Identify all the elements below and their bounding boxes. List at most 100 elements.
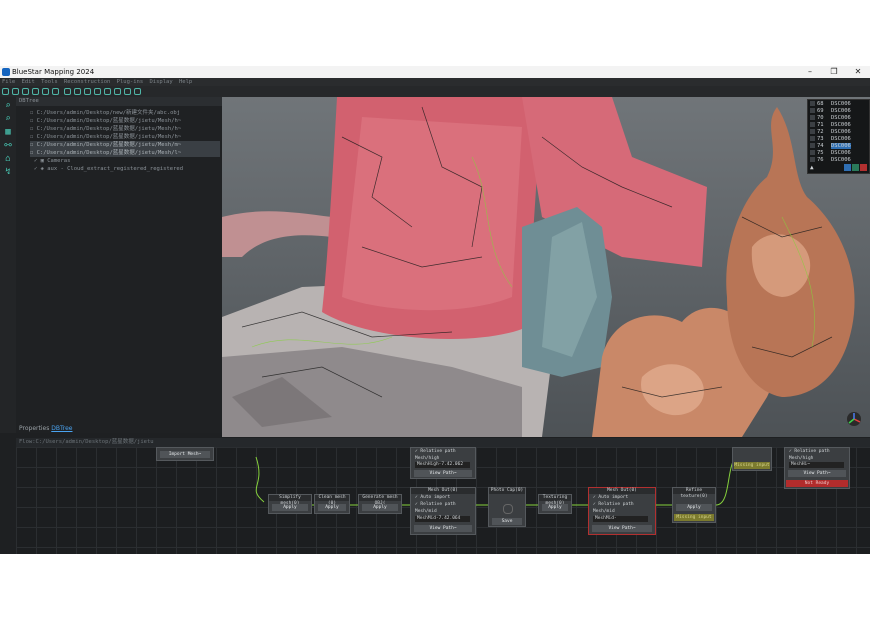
refine-apply-button[interactable]: Apply [676,504,712,511]
cloud-icon[interactable] [94,88,101,95]
mesh-grid-icon[interactable]: ▦ [3,127,13,137]
zoom-icon[interactable]: ⌕ [3,114,13,124]
image-thumb-icon [810,150,815,155]
box-icon[interactable] [134,88,141,95]
mesh-name-field[interactable]: MeshMid- [593,516,648,522]
save-button[interactable]: Save [492,518,522,525]
mesh-out-right-node[interactable]: ✓ Relative path Mesh/high MeshHi~ View P… [784,447,850,489]
3d-viewport[interactable] [222,97,870,437]
image-icon[interactable] [114,88,121,95]
texture-icon[interactable] [104,88,111,95]
menu-tools[interactable]: Tools [41,79,58,85]
measure-icon[interactable]: ↯ [3,167,13,177]
node-title: Clean mesh (0) [315,495,349,506]
mesh-name-field[interactable]: MeshHi~ [789,462,844,468]
tree-row[interactable]: ☐ C:/Users/admin/Desktop/蓝星数据/jietu/Mesh… [30,133,220,141]
check-icon[interactable] [124,88,131,95]
image-thumb-icon [810,122,815,127]
globe-icon[interactable] [12,88,19,95]
image-row[interactable]: 75 DSC006 [810,150,868,157]
camera-preview-icon [503,504,513,514]
tree-row[interactable]: ☐ C:/Users/admin/Desktop/蓝星数据/jietu/Mesh… [30,125,220,133]
node-graph[interactable]: Import Mesh~ Simplify mesh(0) Apply Clea… [16,447,870,554]
menu-help[interactable]: Help [179,79,192,85]
maximize-button[interactable]: ❐ [822,66,846,78]
close-button[interactable]: ✕ [846,66,870,78]
image-row-selected[interactable]: 74 DSC006 [810,143,868,150]
mesh-out-mid-node[interactable]: Mesh Out(0) ✓ Auto import ✓ Relative pat… [410,487,476,535]
refine-texture-node[interactable]: Refine texture(0) Apply Missing input [672,487,716,523]
photo-cap-node[interactable]: Photo Cap(0) Save [488,487,526,527]
import-mesh-button[interactable]: Import Mesh~ [160,451,210,458]
settings-icon[interactable] [64,88,71,95]
image-row[interactable]: 69 DSC006 [810,108,868,115]
view-path-button[interactable]: View Path~ [592,525,652,532]
texturing-node[interactable]: Texturing mesh(0) Apply [538,494,572,514]
nodes-icon[interactable]: ⚯ [3,141,13,151]
tab-properties[interactable]: Properties [19,425,49,432]
image-row[interactable]: 76 DSC006 [810,157,868,164]
image-thumb-icon [810,157,815,162]
generate-apply-button[interactable]: Apply [362,504,398,511]
simplify-node[interactable]: Simplify mesh(0) Apply [268,494,312,514]
search-icon[interactable]: ⌕ [3,101,13,111]
simplify-apply-button[interactable]: Apply [272,504,308,511]
tree-row[interactable]: ☐ C:/Users/admin/Desktop/蓝星数据/jietu/Mesh… [30,117,220,125]
expand-icon[interactable]: ▲ [810,164,818,171]
menu-display[interactable]: Display [149,79,172,85]
minimize-button[interactable]: – [798,66,822,78]
grid-icon[interactable] [42,88,49,95]
mesh-folder-label: Mesh/high [415,456,440,461]
dbtree-panel: DBTree ☐ C:/Users/admin/Desktop/new/新建文件… [16,97,222,433]
tree-row-aux[interactable]: ✓ ◈ aux - Cloud_extract_registered_regis… [34,165,224,173]
camera-icon[interactable] [84,88,91,95]
image-prev-icon[interactable] [844,164,851,171]
open-icon[interactable] [2,88,9,95]
dbtree-header: DBTree [16,97,222,106]
texturing-apply-button[interactable]: Apply [542,504,568,511]
image-remove-icon[interactable] [860,164,867,171]
mesh-out-high-node[interactable]: ✓ Relative path Mesh/high MeshHigh-7.42.… [410,447,476,479]
tree-icon[interactable] [22,88,29,95]
missing-input-node[interactable]: Missing input [732,447,772,471]
mesh-render [222,97,861,437]
image-row[interactable]: 73 DSC006 [810,136,868,143]
image-row[interactable]: 68 DSC006 [810,101,868,108]
view-path-button[interactable]: View Path~ [414,525,472,532]
image-row[interactable]: 71 DSC006 [810,122,868,129]
tree-row[interactable]: ☐ C:/Users/admin/Desktop/new/新建文件夹/abc.o… [30,109,220,117]
relative-path-checkbox[interactable]: ✓ Relative path [415,448,456,455]
not-ready-badge: Not Ready [786,480,848,487]
building-icon[interactable]: ⌂ [3,154,13,164]
view-path-button[interactable]: View Path~ [414,470,472,477]
tree-row-cameras[interactable]: ✓ ▣ Cameras [34,157,224,165]
menu-reconstruction[interactable]: Reconstruction [64,79,110,85]
clean-node[interactable]: Clean mesh (0) Apply [314,494,350,514]
mesh-name-field[interactable]: MeshMid-7.42.064 [415,516,470,522]
mesh-icon[interactable] [74,88,81,95]
menu-plugins[interactable]: Plug-ins [117,79,144,85]
mesh-name-field[interactable]: MeshHigh-7.42.062 [415,462,470,468]
image-row[interactable]: 70 DSC006 [810,115,868,122]
tree-row[interactable]: ☐ C:/Users/admin/Desktop/蓝星数据/jietu/Mesh… [30,149,220,157]
tab-dbtree[interactable]: DBTree [51,425,72,432]
export-icon[interactable] [32,88,39,95]
tree-row[interactable]: ☐ C:/Users/admin/Desktop/蓝星数据/jietu/Mesh… [30,141,220,149]
menu-edit[interactable]: Edit [22,79,35,85]
import-node[interactable]: Import Mesh~ [156,447,214,461]
menu-file[interactable]: File [2,79,15,85]
layers-icon[interactable] [52,88,59,95]
node-title: Generate mesh OBJ( [359,495,401,506]
auto-import-checkbox[interactable]: ✓ Auto import [415,494,450,501]
generate-node[interactable]: Generate mesh OBJ( Apply [358,494,402,514]
image-ok-icon[interactable] [852,164,859,171]
image-row[interactable]: 72 DSC006 [810,129,868,136]
mesh-out-low-node[interactable]: Mesh Out(0) ✓ Auto import ✓ Relative pat… [588,487,656,535]
relative-path-checkbox[interactable]: ✓ Relative path [415,501,456,508]
auto-import-checkbox[interactable]: ✓ Auto import [593,494,628,501]
relative-path-checkbox[interactable]: ✓ Relative path [593,501,634,508]
clean-apply-button[interactable]: Apply [318,504,346,511]
panel-tabs: Properties DBTree [16,425,222,434]
view-path-button[interactable]: View Path~ [788,470,846,477]
relative-path-checkbox[interactable]: ✓ Relative path [789,448,830,455]
